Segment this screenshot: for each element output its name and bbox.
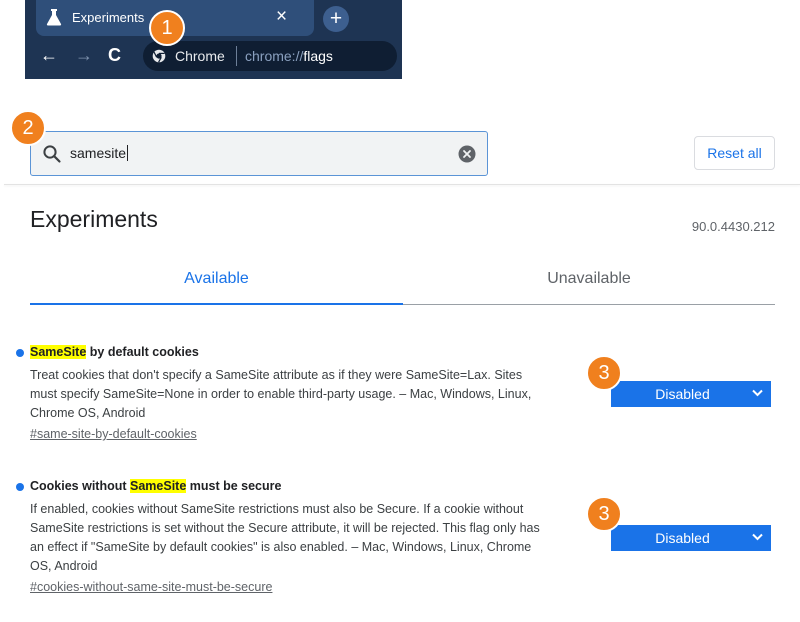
experiment-description: Treat cookies that don't specify a SameS… [30, 366, 592, 423]
description-line: must specify SameSite=None in order to e… [30, 387, 532, 401]
experiment-title-text: by default cookies [86, 345, 199, 359]
url-scheme: chrome:// [245, 48, 304, 64]
description-line: OS, Android [30, 559, 98, 573]
description-line: an effect if "SameSite by default cookie… [30, 540, 532, 554]
omnibox-divider [236, 46, 237, 66]
experiment-title: Cookies without SameSite must be secure [30, 479, 281, 493]
callout-badge-3: 3 [586, 496, 622, 532]
new-tab-button[interactable]: + [323, 6, 349, 32]
search-match-highlight: SameSite [130, 479, 187, 493]
url-text: chrome://flags [245, 48, 333, 64]
callout-badge-1: 1 [149, 10, 185, 46]
search-input-value: samesite [70, 145, 129, 161]
forward-arrow-icon[interactable]: → [75, 46, 93, 64]
experiment-title: SameSite by default cookies [30, 345, 199, 359]
tab-unavailable[interactable]: Unavailable [403, 270, 775, 288]
search-flags-input[interactable]: samesite [30, 131, 488, 176]
chevron-down-icon [752, 389, 763, 397]
address-bar[interactable]: Chrome chrome://flags [143, 41, 397, 71]
experiment-permalink[interactable]: #cookies-without-same-site-must-be-secur… [30, 580, 272, 594]
experiment-description: If enabled, cookies without SameSite res… [30, 500, 592, 576]
clear-search-icon[interactable] [458, 145, 476, 163]
search-query: samesite [70, 145, 127, 161]
experiment-permalink[interactable]: #same-site-by-default-cookies [30, 427, 197, 441]
description-line: SameSite restrictions is set without the… [30, 521, 540, 535]
callout-badge-3: 3 [586, 355, 622, 391]
search-match-highlight: SameSite [30, 345, 87, 359]
description-line: If enabled, cookies without SameSite res… [30, 502, 524, 516]
flask-icon [46, 9, 62, 26]
url-path: flags [303, 48, 333, 64]
header-divider [4, 184, 800, 185]
tab-title: Experiments [72, 10, 145, 25]
flag-state-value: Disabled [655, 386, 710, 402]
tab-close-icon[interactable]: × [276, 7, 287, 27]
page-title: Experiments [30, 206, 158, 232]
experiment-title-text: Cookies without [30, 479, 130, 493]
back-arrow-icon[interactable]: ← [40, 46, 58, 64]
experiment-title-text: must be secure [186, 479, 282, 493]
description-line: Chrome OS, Android [30, 406, 146, 420]
flag-state-select[interactable]: Disabled [611, 381, 771, 407]
experiment-modified-dot [16, 483, 24, 491]
description-line: Treat cookies that don't specify a SameS… [30, 368, 523, 382]
search-icon [43, 145, 61, 163]
tab-available[interactable]: Available [30, 270, 403, 288]
browser-window-frame: Experiments × + ← → C Chrome chrome://fl… [25, 0, 402, 79]
reset-all-button[interactable]: Reset all [694, 136, 775, 170]
flag-state-value: Disabled [655, 530, 710, 546]
site-chip-label: Chrome [175, 48, 225, 64]
browser-toolbar: ← → C Chrome chrome://flags [25, 38, 402, 74]
version-number: 90.0.4430.212 [691, 219, 775, 234]
text-cursor [127, 145, 129, 161]
chrome-logo-icon [152, 49, 166, 63]
callout-badge-2: 2 [10, 110, 46, 146]
reload-icon[interactable]: C [108, 46, 121, 64]
active-tab-indicator [30, 303, 403, 305]
experiment-modified-dot [16, 349, 24, 357]
flag-state-select[interactable]: Disabled [611, 525, 771, 551]
chevron-down-icon [752, 533, 763, 541]
